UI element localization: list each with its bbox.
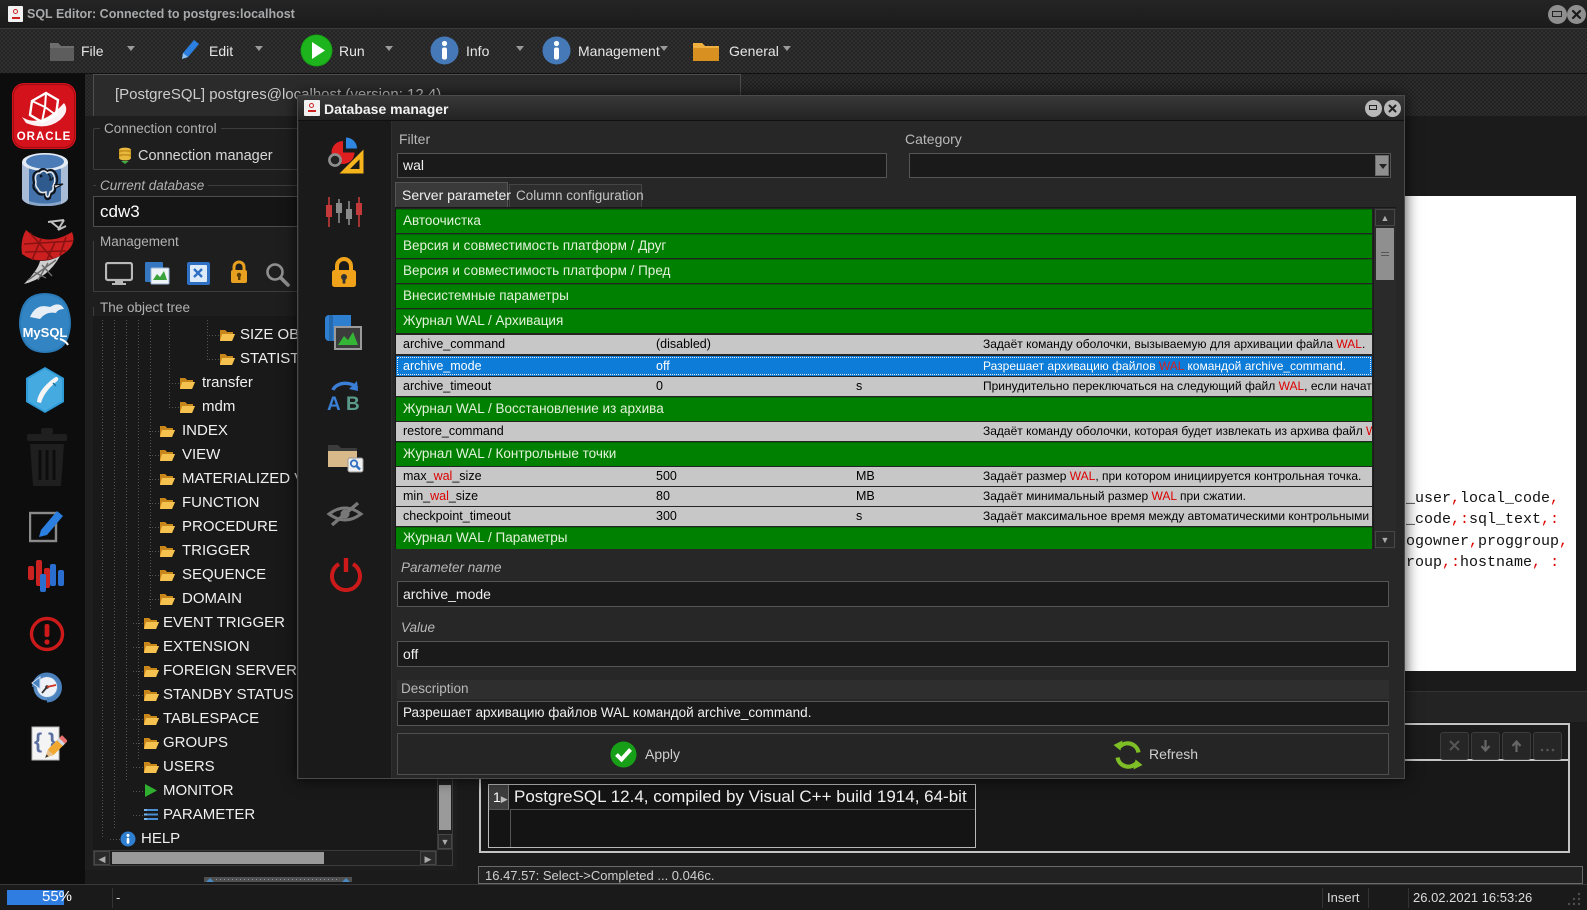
svg-text:MySQL: MySQL bbox=[23, 325, 68, 340]
svg-text:ORACLE: ORACLE bbox=[17, 131, 72, 143]
